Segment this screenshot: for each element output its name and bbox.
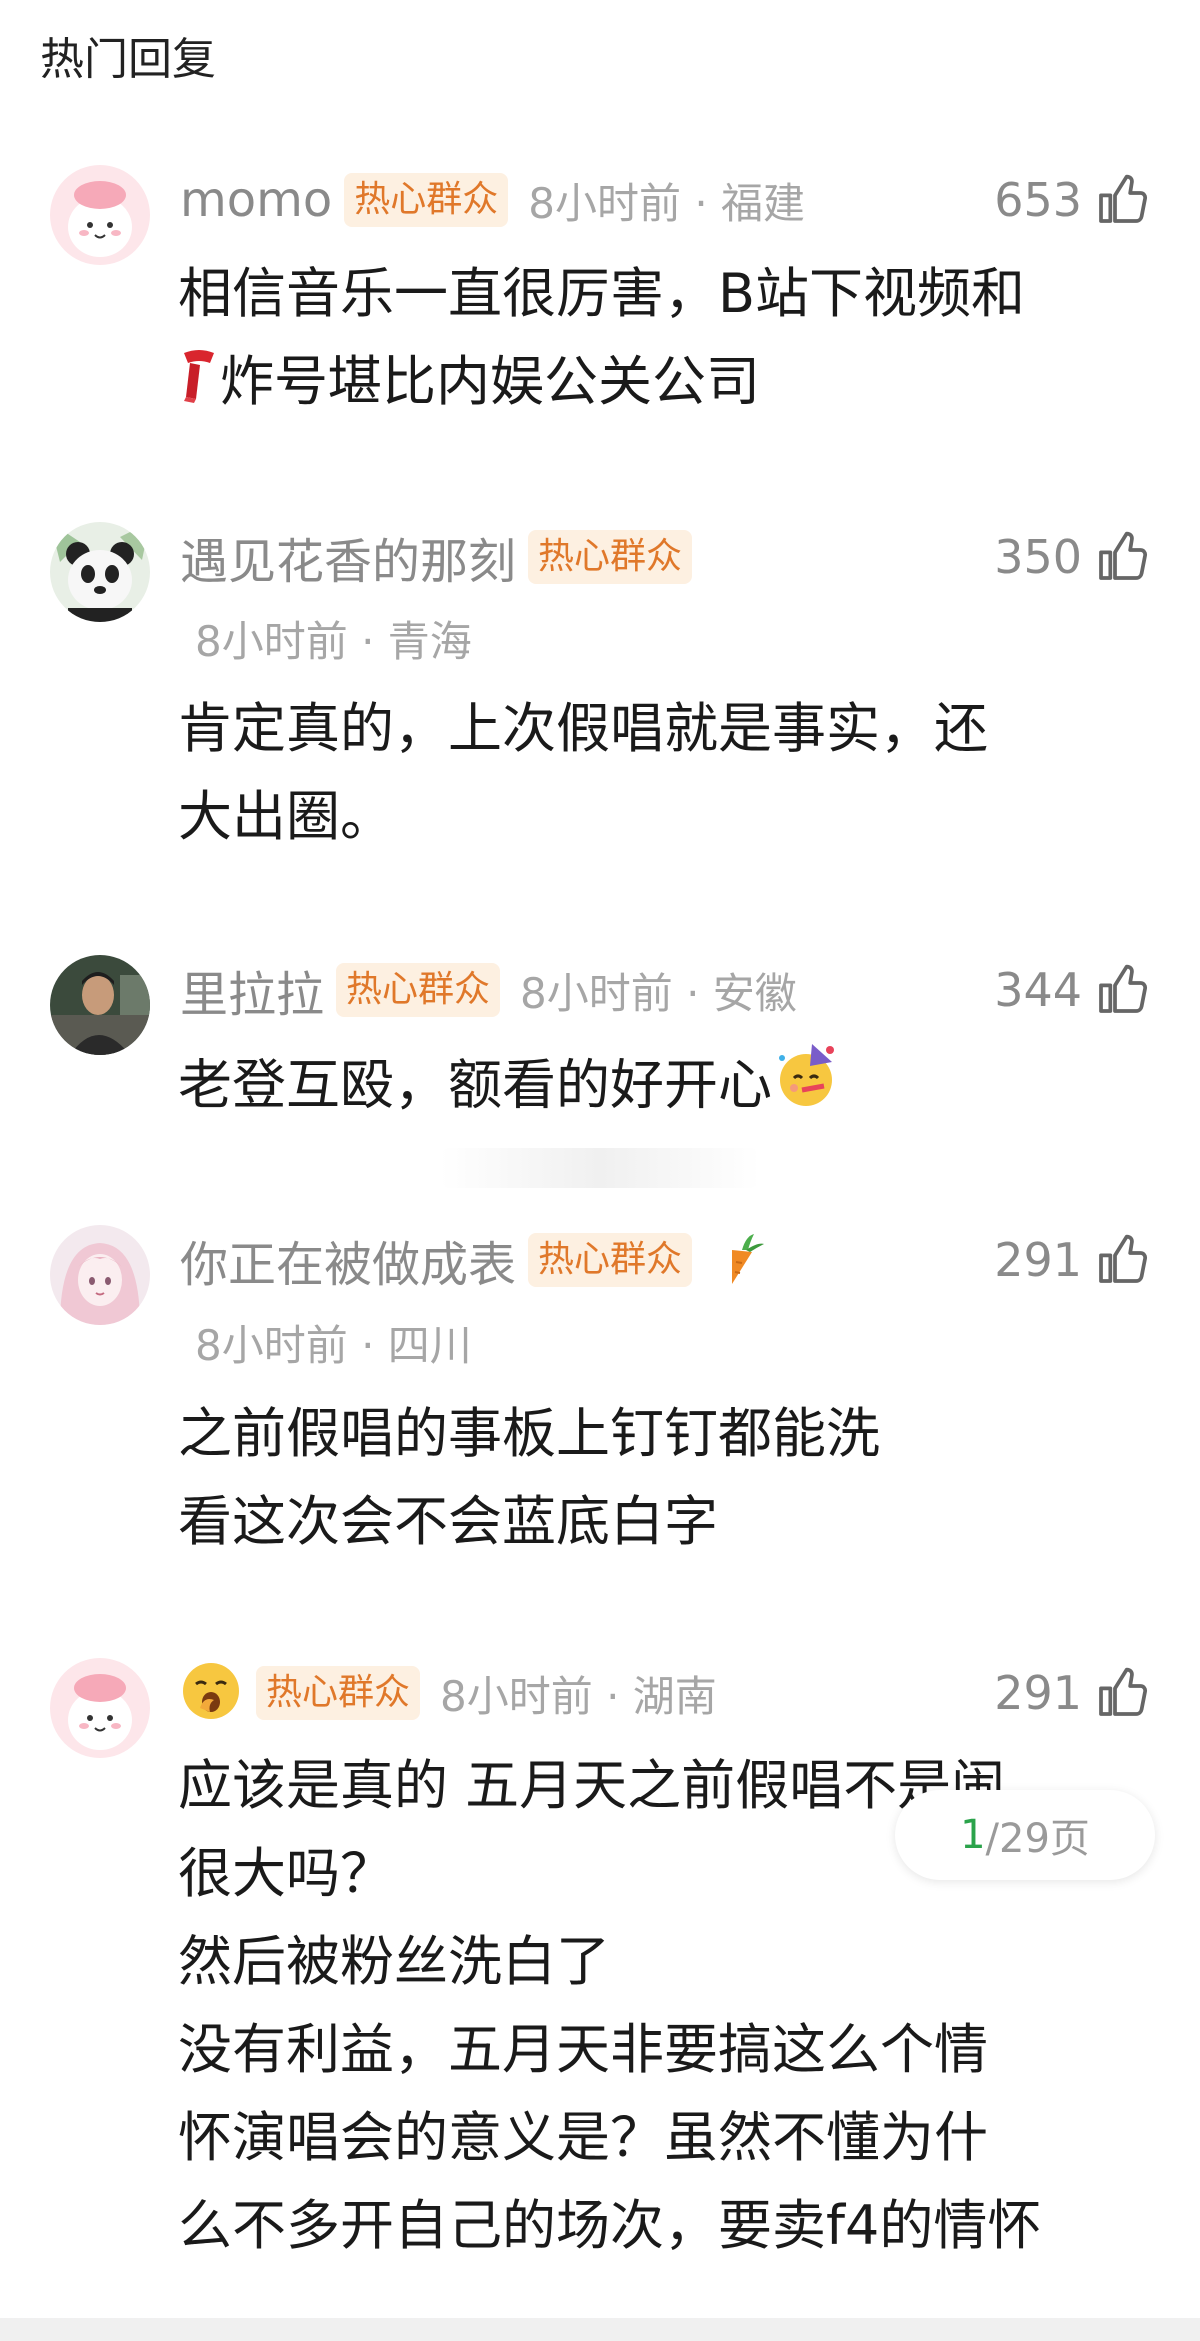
bottom-divider (0, 2318, 1200, 2341)
avatar[interactable] (50, 165, 150, 265)
party-face-icon (772, 1040, 844, 1138)
comment-line: 炸号堪比内娱公关公司 (220, 350, 760, 413)
section-title: 热门回复 (40, 34, 216, 85)
like-button[interactable]: 344 (994, 955, 1150, 1025)
thumbs-up-icon (1099, 964, 1148, 1013)
comment-line: 没有利益，五月天非要搞这么个情 (178, 2018, 988, 2081)
comment-text: 老登互殴，额看的好开心 (178, 1040, 1168, 1138)
avatar[interactable] (50, 955, 150, 1055)
photo-avatar-icon (50, 955, 150, 1055)
comment-line: 看这次会不会蓝底白字 (178, 1490, 718, 1553)
status-badge: 热心群众 (256, 1666, 421, 1720)
pink-cartoon-avatar-icon (50, 165, 150, 265)
post-meta: 8小时前 · 湖南 (440, 1671, 717, 1721)
like-count: 653 (994, 173, 1082, 227)
comment-line: 老登互殴，额看的好开心 (178, 1053, 772, 1117)
like-count: 291 (994, 1233, 1082, 1287)
comment-text: 肯定真的，上次假唱就是事实，还 大出圈。 (178, 685, 1168, 861)
thumbs-up-icon (1099, 531, 1148, 580)
status-badge: 热心群众 (528, 1233, 693, 1287)
status-badge: 热心群众 (344, 173, 509, 227)
comment-text: 之前假唱的事板上钉钉都能洗 看这次会不会蓝底白字 (178, 1390, 1168, 1566)
thumbs-up-icon (1099, 1234, 1148, 1283)
like-count: 344 (994, 963, 1082, 1017)
avatar[interactable] (50, 522, 150, 622)
thumbs-up-icon (1099, 174, 1148, 223)
carrot-icon (718, 1230, 768, 1290)
panda-avatar-icon (50, 522, 150, 622)
avatar[interactable] (50, 1658, 150, 1758)
comment-line: 怀演唱会的意义是？虽然不懂为什 (178, 2106, 988, 2169)
like-button[interactable]: 291 (994, 1658, 1150, 1728)
status-badge: 热心群众 (528, 530, 693, 584)
divider (440, 1148, 760, 1188)
post-meta: 8小时前 · 四川 (195, 1321, 472, 1370)
comment-line: 相信音乐一直很厉害，B站下视频和 (178, 262, 1026, 325)
pink-cartoon-avatar-icon (50, 1658, 150, 1758)
username[interactable]: 遇见花香的那刻 (180, 522, 516, 592)
scarf-icon (178, 341, 220, 429)
username[interactable]: 里拉拉 (180, 955, 324, 1025)
comment-line: 之前假唱的事板上钉钉都能洗 (178, 1402, 880, 1465)
like-count: 350 (994, 530, 1082, 584)
username[interactable]: momo (180, 172, 332, 228)
comment-line: 么不多开自己的场次，要卖f4的情怀 (178, 2194, 1042, 2257)
like-button[interactable]: 350 (994, 522, 1150, 592)
username[interactable]: 你正在被做成表 (180, 1225, 516, 1295)
page-indicator[interactable]: 1/29页 (895, 1790, 1155, 1880)
like-count: 291 (994, 1666, 1082, 1720)
like-button[interactable]: 291 (994, 1225, 1150, 1295)
total-pages: /29页 (985, 1816, 1090, 1862)
like-button[interactable]: 653 (994, 165, 1150, 235)
comment-text: 相信音乐一直很厉害，B站下视频和 炸号堪比内娱公关公司 (178, 250, 1168, 429)
avatar[interactable] (50, 1225, 150, 1325)
post-meta: 8小时前 · 福建 (528, 178, 806, 228)
anime-girl-avatar-icon (50, 1225, 150, 1325)
post-meta: 8小时前 · 安徽 (520, 968, 797, 1018)
yawning-face-icon (180, 1660, 242, 1726)
thumbs-up-icon (1099, 1667, 1148, 1716)
comment-line: 大出圈。 (178, 785, 394, 848)
status-badge: 热心群众 (336, 963, 501, 1017)
comment-line: 然后被粉丝洗白了 (178, 1930, 610, 1993)
current-page: 1 (960, 1812, 986, 1858)
post-meta: 8小时前 · 青海 (195, 617, 472, 666)
comment-line: 肯定真的，上次假唱就是事实，还 (178, 697, 988, 760)
